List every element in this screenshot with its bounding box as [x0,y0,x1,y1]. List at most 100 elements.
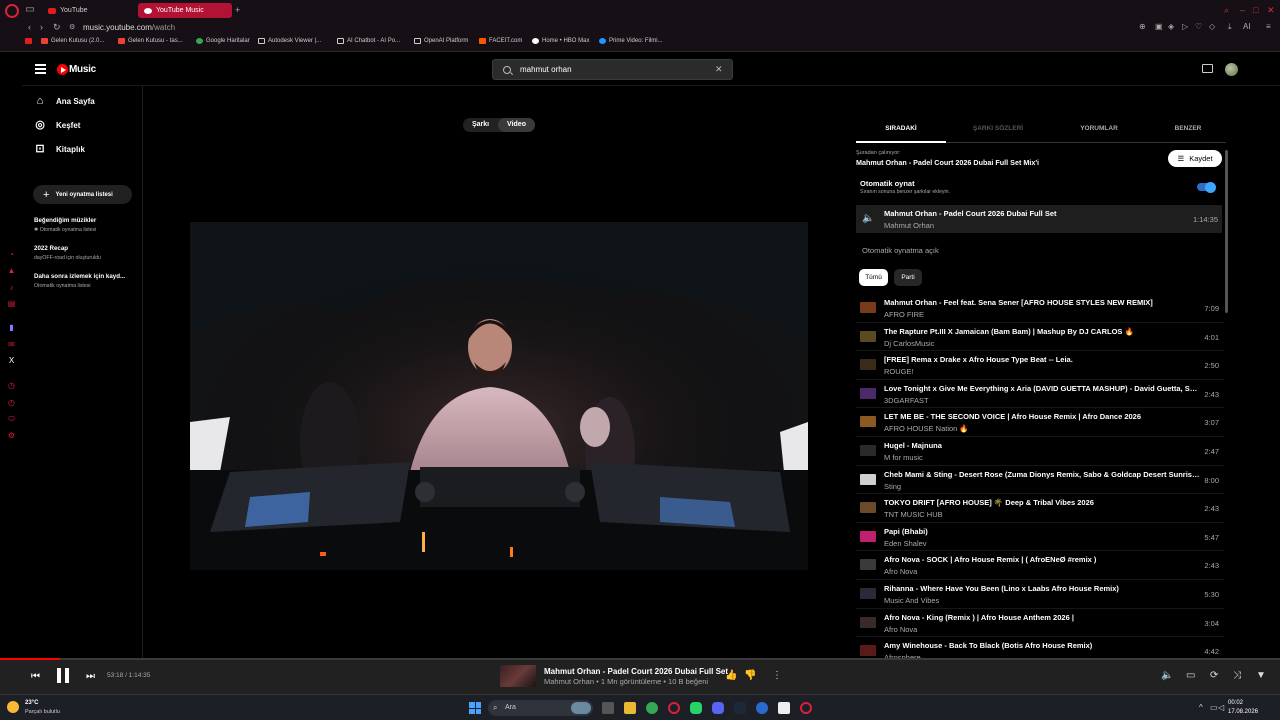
expand-icon[interactable]: ▼ [1256,670,1266,681]
playlist-title[interactable]: Daha sonra izlemek için kayd... [34,273,125,280]
queue-item[interactable]: Love Tonight x Give Me Everything x Aria… [856,380,1224,409]
new-playlist-button[interactable]: + Yeni oynatma listesi [33,185,132,204]
search-value[interactable]: mahmut orhan [520,65,572,74]
queue-item[interactable]: Mahmut Orhan - Feel feat. Sena Sener [AF… [856,294,1224,323]
queue-item[interactable]: Rihanna - Where Have You Been (Lino x La… [856,580,1224,609]
tab-comments[interactable]: YORUMLAR [1054,125,1144,132]
queue-scrollbar[interactable] [1225,150,1228,313]
nav-item-explore[interactable]: ◎ Keşfet [34,119,80,131]
reload-icon[interactable]: ↻ [53,22,61,33]
queue-item[interactable]: Cheb Mami & Sting - Desert Rose (Zuma Di… [856,466,1224,495]
task-view-icon[interactable] [602,702,614,714]
queue-item[interactable]: [FREE] Rema x Drake x Afro House Type Be… [856,351,1224,380]
hamburger-menu-icon[interactable] [35,64,46,74]
history-icon[interactable]: ◷ [7,381,16,390]
tab-youtube-music[interactable]: YouTube Music [138,3,232,18]
playlist-title[interactable]: 2022 Recap [34,245,68,252]
tab-related[interactable]: BENZER [1143,125,1233,132]
pause-button[interactable] [57,668,69,683]
clear-search-icon[interactable]: ✕ [715,64,723,75]
maximize-button[interactable]: □ [1253,5,1258,15]
vpn-icon[interactable] [756,702,768,714]
queue-item[interactable]: The Rapture Pt.III X Jamaican (Bam Bam) … [856,323,1224,352]
bookmark-item[interactable]: Gelen Kutusu - tas... [118,38,183,44]
bookmark-item[interactable]: Prime Video: Filmi... [599,38,663,44]
miniplayer-icon[interactable]: ▭ [1186,670,1195,681]
youtube-music-logo-icon[interactable] [57,64,68,75]
menu-icon[interactable]: ≡ [1266,22,1271,31]
avatar[interactable] [1225,63,1238,76]
chip-party[interactable]: Parti [894,269,922,286]
player-icon[interactable]: ▷ [1182,22,1188,31]
chat-icon[interactable]: ✉ [7,340,16,349]
aria-icon[interactable]: ◔ [7,250,16,259]
heart-icon[interactable]: ♡ [1195,22,1202,31]
whatsapp-icon[interactable] [690,702,702,714]
song-toggle-button[interactable]: Şarkı [472,121,489,128]
shuffle-icon[interactable]: ⤨ [1233,670,1241,681]
chrome-icon[interactable] [646,702,658,714]
minimize-button[interactable]: – [1240,5,1245,15]
new-tab-button[interactable]: + [235,5,240,15]
opera-logo-icon[interactable] [5,4,19,18]
queue-item[interactable]: Afro Nova - King (Remix ) | Afro House A… [856,609,1224,638]
shield-icon[interactable]: ◈ [1168,22,1174,31]
search-tabs-icon[interactable]: ⌕ [1224,5,1229,16]
opera-icon[interactable] [668,702,680,714]
widget-icon[interactable] [571,702,591,714]
workspaces-icon[interactable]: ▭ [24,4,36,16]
clock-time[interactable]: 00:02 [1228,700,1243,706]
nav-item-library[interactable]: ⊡ Kitaplık [34,143,85,155]
feed-icon[interactable]: ▤ [7,299,16,308]
clock-icon[interactable]: ◴ [7,398,16,407]
weather-temp[interactable]: 23°C [25,700,38,706]
extensions-icon[interactable]: ◇ [1209,22,1215,31]
start-icon[interactable] [469,702,481,714]
bookmark-item[interactable]: Google Haritalar [196,38,250,44]
bookmark-item[interactable]: AI Chatbot - AI Po... [337,38,400,44]
repeat-icon[interactable]: ⟳ [1210,670,1218,681]
tab-up-next[interactable]: SIRADAKİ [856,125,946,132]
tab-lyrics[interactable]: ŞARKI SÖZLERİ [953,125,1043,132]
queue-item[interactable]: Hugel - Majnuna M for music 2:47 [856,437,1224,466]
nav-item-home[interactable]: ⌂ Ana Sayfa [34,95,95,107]
snapshot-icon[interactable]: ▣ [1155,22,1163,31]
bookmark-item[interactable] [25,38,32,44]
queue-item[interactable]: Afro Nova - SOCK | Afro House Remix | ( … [856,551,1224,580]
steam-icon[interactable] [734,702,746,714]
bookmark-item[interactable]: Gelen Kutusu (2.0... [41,38,104,44]
save-button[interactable]: ☰ Kaydet [1168,150,1222,167]
twitch-icon[interactable]: ▮ [7,323,16,332]
speaker-tray-icon[interactable]: ◁ [1218,703,1224,712]
queue-item[interactable]: LET ME BE - THE SECOND VOICE | Afro Hous… [856,408,1224,437]
pin-icon[interactable]: ⬭ [7,414,16,423]
queue-item[interactable]: Papi (Bhabi) Eden Shalev 5:47 [856,523,1224,552]
music-icon[interactable]: ♪ [7,283,16,292]
network-icon[interactable]: ▭ [1210,703,1218,712]
player-title[interactable]: Mahmut Orhan - Padel Court 2026 Dubai Fu… [544,667,728,676]
video-player[interactable] [190,222,808,570]
download-icon[interactable]: ⤓ [1228,22,1232,32]
url-field[interactable]: music.youtube.com/watch [83,23,175,32]
bookmark-item[interactable]: Home • HBO Max [532,38,589,44]
x-icon[interactable]: X [7,356,16,365]
opera-gx-icon[interactable] [800,702,812,714]
tab-youtube[interactable]: YouTube [42,3,134,18]
previous-button[interactable]: ⏮ [31,671,40,682]
bookmark-item[interactable]: FACEIT.com [479,38,522,44]
forward-icon[interactable]: › [40,22,43,32]
autoplay-toggle[interactable] [1197,181,1216,193]
back-icon[interactable]: ‹ [28,22,31,32]
site-info-icon[interactable]: ⚙ [69,23,75,31]
playlist-title[interactable]: Beğendiğim müzikler [34,217,96,224]
dislike-icon[interactable]: 👎 [744,670,756,681]
close-window-button[interactable]: ✕ [1267,5,1275,16]
settings-icon[interactable]: ⚙ [7,431,16,440]
bookmark-item[interactable]: Autodesk Viewer |... [258,38,321,44]
volume-icon[interactable]: 🔈 [1161,670,1173,681]
logo-text[interactable]: Music [69,64,96,75]
queue-item[interactable]: TOKYO DRIFT [AFRO HOUSE] 🌴 Deep & Tribal… [856,494,1224,523]
file-explorer-icon[interactable] [624,702,636,714]
chip-all[interactable]: Tümü [859,269,888,286]
queue-item[interactable]: Amy Winehouse - Back To Black (Botis Afr… [856,637,1224,660]
